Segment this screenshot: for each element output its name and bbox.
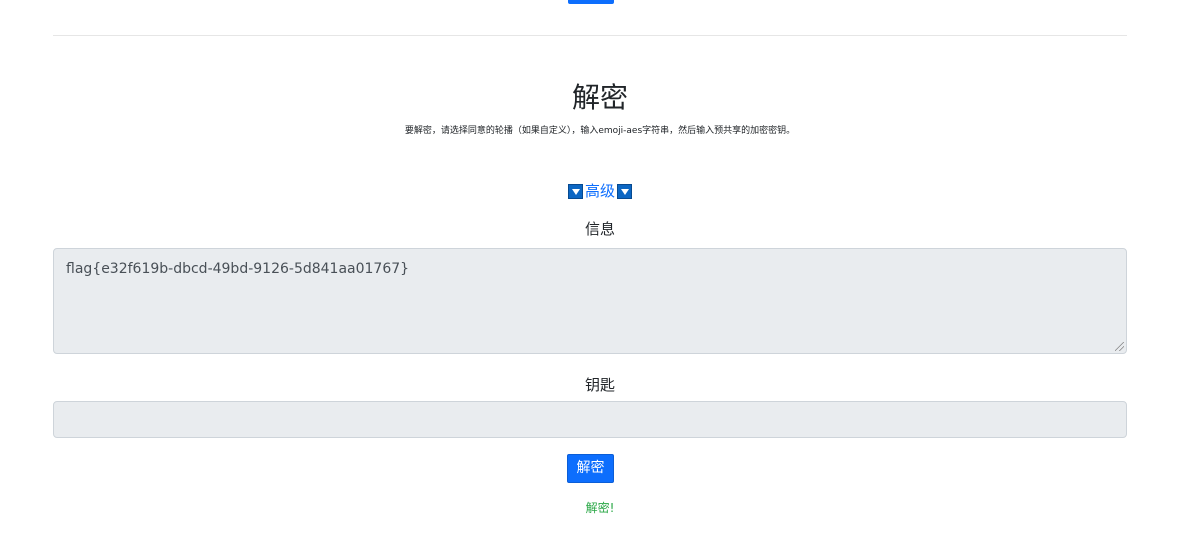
decrypt-button[interactable]: 解密 — [567, 454, 614, 483]
message-textarea[interactable] — [53, 248, 1127, 354]
status-message: 解密! — [585, 501, 615, 515]
decrypt-page: 解密 要解密，请选择同意的轮播（如果自定义），输入emoji-aes字符串，然后… — [0, 0, 1200, 535]
triangle-down-icon[interactable] — [567, 183, 583, 199]
resize-grip-icon[interactable] — [1115, 342, 1124, 351]
advanced-label[interactable]: 高级 — [585, 181, 615, 201]
triangle-down-icon[interactable] — [617, 183, 632, 199]
top-action-button-edge[interactable] — [568, 0, 614, 4]
page-title: 解密 — [571, 81, 628, 114]
key-input[interactable] — [53, 401, 1127, 438]
advanced-toggle[interactable]: 高级 — [567, 181, 632, 201]
key-label: 钥匙 — [584, 376, 615, 394]
section-divider — [53, 35, 1127, 36]
advanced-section: 高级 — [0, 181, 1200, 204]
message-label: 信息 — [584, 220, 615, 238]
page-description: 要解密，请选择同意的轮播（如果自定义），输入emoji-aes字符串，然后输入预… — [404, 126, 796, 136]
